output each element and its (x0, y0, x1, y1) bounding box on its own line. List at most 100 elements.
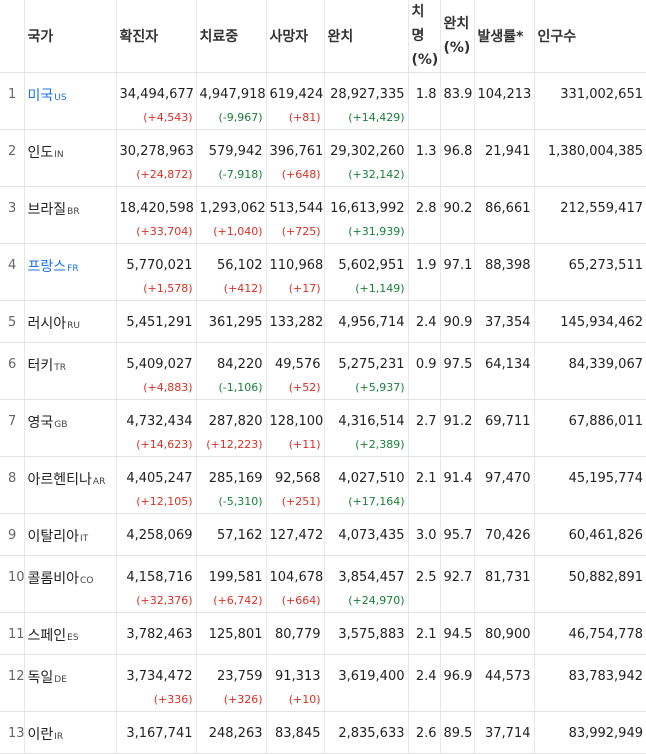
treating-cell: 56,102 (+412) (196, 243, 267, 301)
country-name[interactable]: 미국 (28, 88, 54, 104)
header-confirmed[interactable]: 확진자 (116, 0, 197, 73)
table-row[interactable]: 10 콜롬비아CO 4,158,716 (+32,376) 199,581 (+6,742… (0, 555, 646, 613)
recovered-cell-value: 5,602,951 (338, 258, 405, 273)
treating-cell: 4,947,918 (-9,967) (196, 72, 267, 130)
recovered-cell-value: 28,927,335 (330, 87, 405, 102)
recovery-cell: 91.2 (440, 399, 475, 457)
country-code: IN (54, 150, 64, 160)
table-row[interactable]: 12 독일DE 3,734,472 (+336) 23,759 (+326) 91,313 (… (0, 654, 646, 712)
incidence-cell: 70,426 (474, 513, 535, 556)
incidence-cell: 86,661 (474, 186, 535, 244)
country-name: 영국 (27, 415, 54, 431)
deaths-cell-delta: (+648) (281, 168, 321, 181)
recovery-cell-value: 96.8 (443, 144, 473, 159)
confirmed-cell: 3,782,463 (116, 612, 197, 655)
country-name: 인도 (27, 145, 54, 161)
header-incidence[interactable]: 발생률* (474, 0, 535, 73)
table-row[interactable]: 3 브라질BR 18,420,598 (+33,704) 1,293,062 (+1,04… (0, 186, 646, 244)
country-name: 이란 (27, 727, 54, 743)
header-recovered[interactable]: 완치 (324, 0, 409, 73)
country-cell[interactable]: 프랑스FR (24, 243, 117, 301)
population-cell-value: 65,273,511 (568, 258, 643, 273)
fatality-cell-value: 1.9 (415, 258, 437, 273)
table-row[interactable]: 6 터키TR 5,409,027 (+4,883) 84,220 (-1,106) 49,5… (0, 342, 646, 400)
table-row[interactable]: 13 이란IR 3,167,741 248,263 83,845 2,835,633 2.6… (0, 711, 646, 754)
header-treating[interactable]: 치료중 (196, 0, 267, 73)
fatality-cell: 2.5 (408, 555, 441, 613)
treating-cell-value: 361,295 (208, 315, 263, 330)
confirmed-cell-delta: (+4,883) (143, 381, 193, 394)
recovery-cell-value: 91.2 (443, 414, 473, 429)
table-row[interactable]: 8 아르헨티나AR 4,405,247 (+12,105) 285,169 (-5,310… (0, 456, 646, 514)
confirmed-cell-value: 5,770,021 (126, 258, 193, 273)
recovered-cell-delta: (+2,389) (355, 438, 405, 451)
deaths-cell-value: 92,568 (275, 471, 321, 486)
table-row[interactable]: 5 러시아RU 5,451,291 361,295 133,282 4,956,714 2.… (0, 300, 646, 343)
fatality-cell: 1.8 (408, 72, 441, 130)
country-cell[interactable]: 미국US (24, 72, 117, 130)
rank-cell: 12 (0, 654, 25, 712)
rank-cell: 7 (0, 399, 25, 457)
incidence-cell: 44,573 (474, 654, 535, 712)
deaths-cell-value: 91,313 (275, 669, 321, 684)
incidence-cell: 69,711 (474, 399, 535, 457)
incidence-cell: 104,213 (474, 72, 535, 130)
population-cell-value: 1,380,004,385 (547, 144, 643, 159)
table-row[interactable]: 9 이탈리아IT 4,258,069 57,162 127,472 4,073,435 3.… (0, 513, 646, 556)
recovered-cell-value: 4,316,514 (338, 414, 405, 429)
confirmed-cell: 5,451,291 (116, 300, 197, 343)
confirmed-cell-value: 18,420,598 (119, 201, 194, 216)
incidence-cell: 80,900 (474, 612, 535, 655)
deaths-cell-value: 49,576 (275, 357, 321, 372)
table-row[interactable]: 2 인도IN 30,278,963 (+24,872) 579,942 (-7,918) 3… (0, 129, 646, 187)
treating-cell-value: 248,263 (208, 726, 263, 741)
country-name: 스페인 (27, 628, 67, 644)
treating-cell-delta: (-1,106) (218, 381, 263, 394)
recovered-cell-delta: (+17,164) (348, 495, 405, 508)
treating-cell-value: 84,220 (217, 357, 263, 372)
table-row[interactable]: 7 영국GB 4,732,434 (+14,623) 287,820 (+12,223) 1… (0, 399, 646, 457)
incidence-cell-value: 69,711 (485, 414, 531, 429)
confirmed-cell: 4,258,069 (116, 513, 197, 556)
treating-cell-delta: (+326) (223, 693, 263, 706)
deaths-cell: 128,100 (+11) (266, 399, 325, 457)
fatality-cell-value: 2.8 (415, 201, 437, 216)
treating-cell-delta: (-5,310) (218, 495, 263, 508)
fatality-cell: 3.0 (408, 513, 441, 556)
incidence-cell-value: 64,134 (485, 357, 531, 372)
deaths-cell: 80,779 (266, 612, 325, 655)
table-row[interactable]: 1 미국US 34,494,677 (+4,543) 4,947,918 (-9,967)… (0, 72, 646, 130)
deaths-cell-value: 104,678 (269, 570, 324, 585)
rank-cell: 8 (0, 456, 25, 514)
country-code: RU (67, 321, 80, 331)
population-cell-value: 331,002,651 (560, 87, 643, 102)
header-country[interactable]: 국가 (24, 0, 117, 73)
population-cell-value: 45,195,774 (568, 471, 643, 486)
table-row[interactable]: 4 프랑스FR 5,770,021 (+1,578) 56,102 (+412) 110,9… (0, 243, 646, 301)
country-code: BR (67, 207, 80, 217)
confirmed-cell-value: 5,409,027 (126, 357, 193, 372)
deaths-cell-value: 83,845 (275, 726, 321, 741)
rank-cell: 2 (0, 129, 25, 187)
table-row[interactable]: 11 스페인ES 3,782,463 125,801 80,779 3,575,883 2.… (0, 612, 646, 655)
recovered-cell: 28,927,335 (+14,429) (324, 72, 409, 130)
recovery-cell-value: 92.7 (443, 570, 473, 585)
header-fatality[interactable]: 치명 (%) (408, 0, 441, 73)
recovery-cell-value: 97.1 (443, 258, 473, 273)
confirmed-cell-value: 4,405,247 (126, 471, 193, 486)
recovery-cell: 94.5 (440, 612, 475, 655)
header-population[interactable]: 인구수 (534, 0, 646, 73)
header-recovery[interactable]: 완치 (%) (440, 0, 475, 73)
deaths-cell-delta: (+251) (281, 495, 321, 508)
treating-cell: 84,220 (-1,106) (196, 342, 267, 400)
confirmed-cell: 4,158,716 (+32,376) (116, 555, 197, 613)
header-deaths[interactable]: 사망자 (266, 0, 325, 73)
recovered-cell-value: 4,956,714 (338, 315, 405, 330)
fatality-cell-value: 2.1 (415, 471, 437, 486)
country-name: 아르헨티나 (27, 472, 92, 488)
deaths-cell-value: 127,472 (269, 528, 324, 543)
fatality-cell-value: 2.1 (415, 627, 437, 642)
treating-cell-value: 199,581 (208, 570, 263, 585)
treating-cell-value: 56,102 (217, 258, 263, 273)
country-name[interactable]: 프랑스 (28, 259, 67, 275)
